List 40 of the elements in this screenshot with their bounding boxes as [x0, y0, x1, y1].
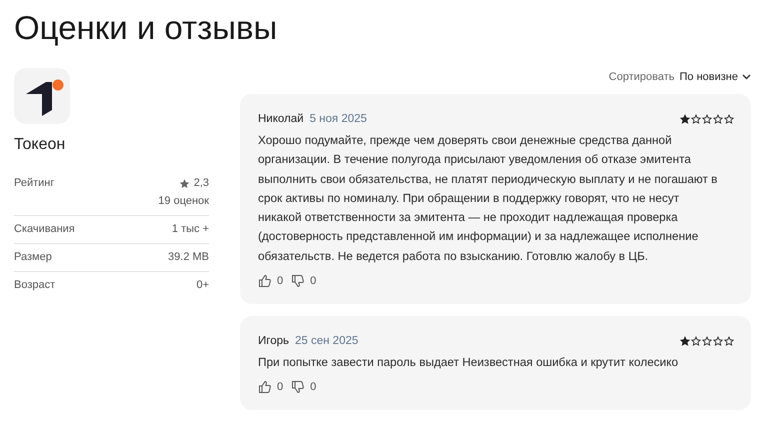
dislike-button[interactable]: 0 — [291, 380, 316, 394]
review-text: Хорошо подумайте, прежде чем доверять свои денежные средства данной организации. В течение полугода присылают уведомления об отказе эмитента выполнить свои обязательства, не платят периодическую выплату и не погашают в срок активы по номиналу. При обращении в поддержку говорят, что не несут никакой ответственности за эмитента — не проходит надлежащая проверка (достоверность представленной им информации) и за надлежащее исполнение обязательств. Не ведется работа по взысканию. Готовлю жалобу в ЦБ. — [258, 132, 718, 265]
info-label: Рейтинг — [14, 177, 54, 191]
star-icon — [713, 336, 723, 346]
review-author: Игорь — [258, 335, 289, 348]
sort-label: Сортировать — [608, 71, 674, 83]
sort-dropdown[interactable]: По новизне — [680, 71, 751, 83]
star-icon — [691, 114, 701, 124]
info-value: 2,3 — [194, 177, 209, 189]
thumbs-down-icon — [291, 380, 306, 394]
review-date: 5 ноя 2025 — [310, 113, 367, 125]
star-icon — [702, 336, 712, 346]
star-icon — [680, 336, 690, 346]
star-icon — [178, 178, 190, 188]
like-button[interactable]: 0 — [258, 274, 284, 288]
star-icon — [702, 114, 712, 124]
app-logo — [14, 68, 70, 124]
info-value: 0+ — [196, 279, 209, 291]
thumbs-up-icon — [258, 274, 272, 288]
thumbs-up-icon — [258, 380, 272, 394]
info-value: 39.2 MB — [168, 251, 209, 263]
review-text: При попытке завести пароль выдает Неизвестная ошибка и крутит колесико — [258, 354, 680, 372]
dislike-button[interactable]: 0 — [291, 274, 316, 288]
rating-count: 19 оценок — [158, 195, 209, 207]
review-author: Николай — [258, 113, 304, 125]
star-icon — [691, 336, 701, 346]
star-icon — [680, 114, 690, 124]
star-icon — [724, 114, 734, 124]
star-icon — [724, 336, 734, 346]
star-icon — [713, 114, 723, 124]
info-value: 1 тыс + — [172, 223, 209, 235]
info-label: Возраст — [14, 279, 56, 291]
info-label: Размер — [14, 251, 52, 263]
review-date: 25 сен 2025 — [295, 335, 358, 348]
app-name: Токеон — [14, 136, 66, 154]
page-title: Оценки и отзывы — [14, 8, 278, 48]
like-button[interactable]: 0 — [258, 380, 284, 394]
chevron-down-icon — [742, 74, 751, 80]
thumbs-down-icon — [291, 274, 306, 288]
info-label: Скачивания — [14, 223, 75, 235]
